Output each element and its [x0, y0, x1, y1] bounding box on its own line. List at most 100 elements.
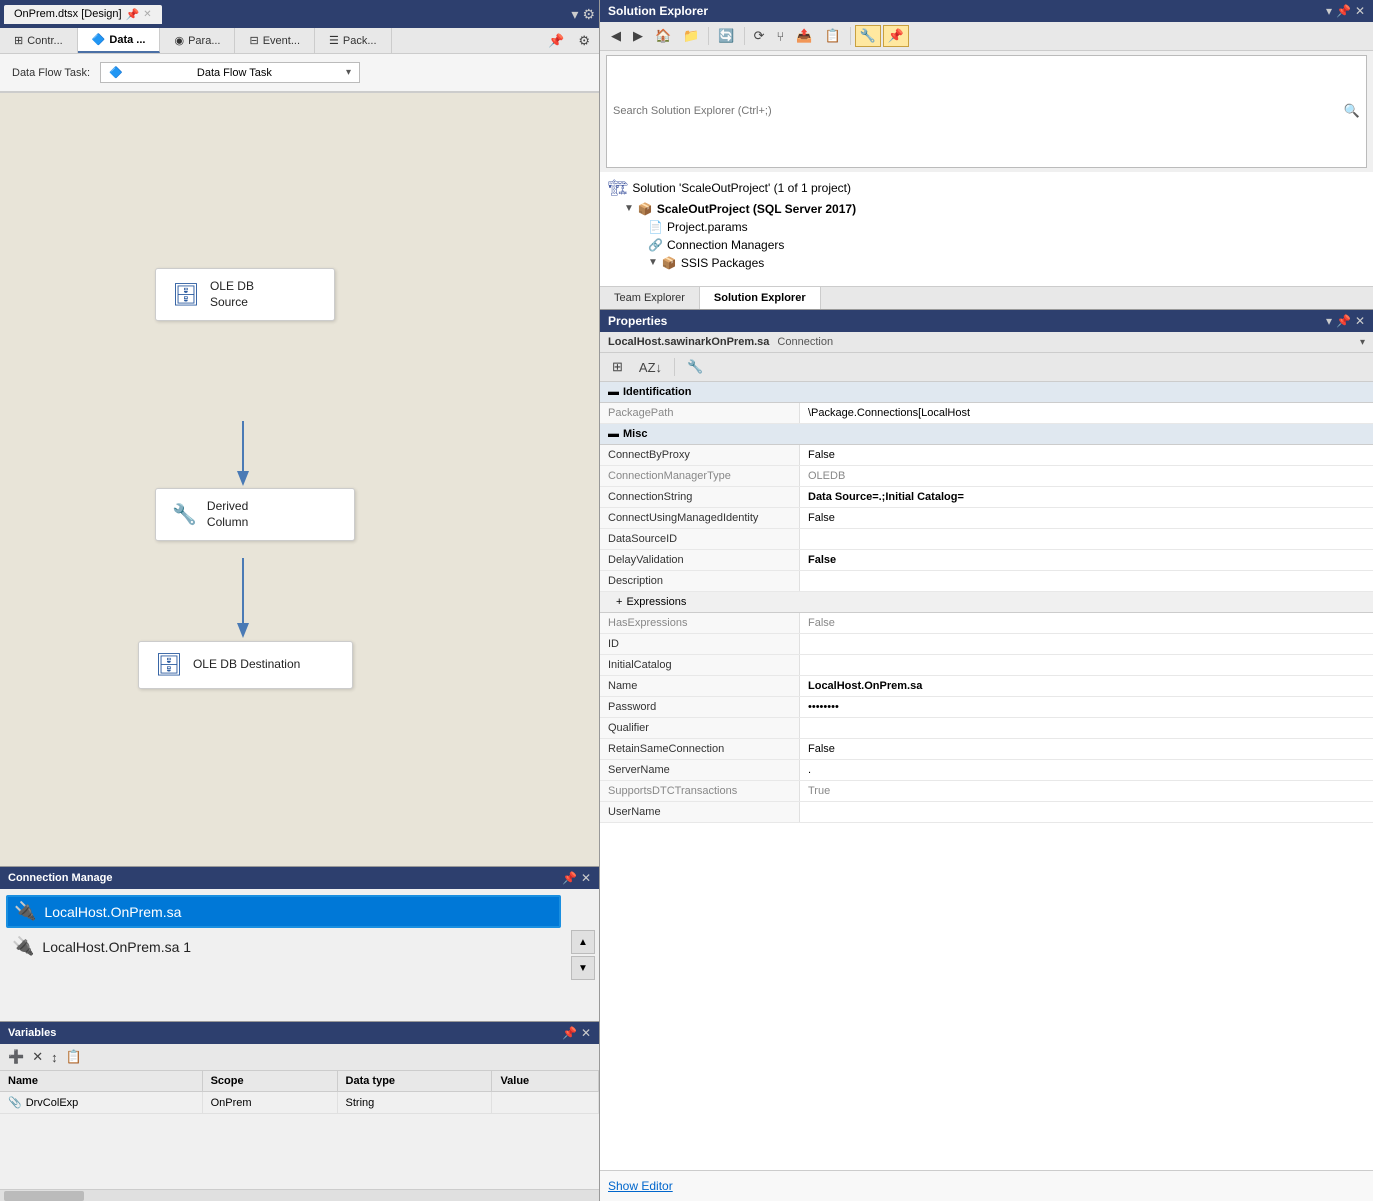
prop-value-name: LocalHost.OnPrem.sa [800, 676, 1373, 696]
refresh-btn[interactable]: 🔄 [713, 25, 739, 47]
ole-db-dest-node[interactable]: 🗄 OLE DB Destination [138, 641, 353, 689]
sub-tab-para[interactable]: ◉ Para... [160, 28, 235, 53]
prop-object-dropdown-arrow[interactable]: ▾ [1360, 337, 1365, 348]
left-panel-pin-btn[interactable]: 📌 [543, 30, 569, 52]
prop-name-initialcatalog: InitialCatalog [600, 655, 800, 675]
prop-name-servername: ServerName [600, 760, 800, 780]
conn-manager-pin-btn[interactable]: 📌 [562, 871, 577, 885]
sol-search-input[interactable] [613, 105, 1344, 117]
conn-scroll-up-btn[interactable]: ▲ [571, 930, 595, 954]
arrow-1 [233, 421, 253, 486]
properties-btn[interactable]: 🔧 [855, 25, 881, 47]
design-canvas[interactable]: 🗄 OLE DBSource 🔧 DerivedColumn 🗄 OLE DB … [0, 93, 599, 866]
tab-settings-btn[interactable]: ⚙ [582, 6, 595, 23]
pinned-view-btn[interactable]: 📌 [883, 25, 909, 47]
sync-btn[interactable]: ⟳ [749, 25, 770, 47]
conn-item-1[interactable]: 🔌 LocalHost.OnPrem.sa 1 [6, 932, 561, 961]
conn-scroll-down-btn[interactable]: ▼ [571, 956, 595, 980]
hscroll-thumb [4, 1191, 84, 1201]
properties-panel: Properties ▾ 📌 ✕ LocalHost.sawinarkOnPre… [600, 310, 1373, 1201]
publish-btn[interactable]: 📤 [791, 25, 817, 47]
tree-item-connmgr[interactable]: 🔗 Connection Managers [600, 236, 1373, 254]
folder-btn[interactable]: 📁 [678, 25, 704, 47]
task-dropdown[interactable]: 🔷 Data Flow Task ▾ [100, 62, 360, 83]
git-btn[interactable]: ⑂ [771, 26, 789, 47]
prop-section-misc: ▬ Misc [600, 424, 1373, 445]
variables-pin-btn[interactable]: 📌 [562, 1026, 577, 1040]
event-icon: ⊟ [249, 34, 258, 47]
sub-tab-contr[interactable]: ⊞ Contr... [0, 28, 78, 53]
sol-toolbar: ◀ ▶ 🏠 📁 🔄 ⟳ ⑂ 📤 📋 🔧 📌 [600, 22, 1373, 51]
solution-icon: 🏗 [608, 178, 628, 198]
var-delete-btn[interactable]: ✕ [30, 1047, 45, 1067]
sub-tab-pack[interactable]: ☰ Pack... [315, 28, 392, 53]
conn-icon-0: 🔌 [14, 901, 36, 922]
main-tab[interactable]: OnPrem.dtsx [Design] 📌 ✕ [4, 5, 162, 24]
task-label: Data Flow Task: [12, 67, 90, 79]
show-editor-link[interactable]: Show Editor [608, 1179, 673, 1193]
variables-close-btn[interactable]: ✕ [581, 1026, 591, 1040]
prop-grid-btn[interactable]: ⊞ [606, 356, 629, 378]
derived-column-node[interactable]: 🔧 DerivedColumn [155, 488, 355, 541]
clipboard-btn[interactable]: 📋 [819, 25, 845, 47]
prop-close-btn[interactable]: ✕ [1355, 314, 1365, 328]
var-add-btn[interactable]: ➕ [6, 1047, 26, 1067]
home-btn[interactable]: 🏠 [650, 25, 676, 47]
tree-item-solution[interactable]: 🏗 Solution 'ScaleOutProject' (1 of 1 pro… [600, 176, 1373, 200]
tree-item-project[interactable]: ▼ 📦 ScaleOutProject (SQL Server 2017) [600, 200, 1373, 218]
variables-toolbar: ➕ ✕ ↕ 📋 [0, 1044, 599, 1071]
identification-collapse-icon[interactable]: ▬ [608, 386, 619, 398]
var-move-btn[interactable]: ↕ [49, 1048, 60, 1067]
horizontal-scrollbar[interactable] [0, 1189, 599, 1201]
tab-dropdown-btn[interactable]: ▾ [571, 6, 578, 23]
prop-row-password: Password •••••••• [600, 697, 1373, 718]
var-value-cell [492, 1092, 599, 1114]
prop-az-sort-btn[interactable]: AZ↓ [633, 357, 668, 378]
prop-wrench-btn[interactable]: 🔧 [681, 356, 709, 378]
misc-collapse-icon[interactable]: ▬ [608, 428, 619, 440]
left-panel-settings-btn[interactable]: ⚙ [573, 30, 595, 52]
prop-object-name: LocalHost.sawinarkOnPrem.sa [608, 336, 769, 348]
sol-search-bar[interactable]: 🔍 [606, 55, 1367, 168]
sub-tab-event[interactable]: ⊟ Event... [235, 28, 315, 53]
forward-btn[interactable]: ▶ [628, 25, 648, 47]
derived-col-icon: 🔧 [172, 502, 197, 527]
tree-item-ssis[interactable]: ▼ 📦 SSIS Packages [600, 254, 1373, 272]
conn-manager-title: Connection Manage 📌 ✕ [0, 867, 599, 889]
sol-dropdown-btn[interactable]: ▾ [1326, 4, 1332, 18]
search-icon: 🔍 [1344, 103, 1360, 119]
prop-name-name: Name [600, 676, 800, 696]
sol-close-btn[interactable]: ✕ [1355, 4, 1365, 18]
conn-item-0[interactable]: 🔌 LocalHost.OnPrem.sa [6, 895, 561, 928]
misc-label: Misc [623, 428, 647, 440]
prop-title-actions: ▾ 📌 ✕ [1326, 314, 1365, 328]
tree-item-params[interactable]: 📄 Project.params [600, 218, 1373, 236]
var-row-icon: 📎 [8, 1097, 22, 1109]
back-btn[interactable]: ◀ [606, 25, 626, 47]
task-icon: 🔷 [109, 66, 123, 79]
sol-explorer-title-text: Solution Explorer [608, 4, 708, 18]
prop-value-retainsame: False [800, 739, 1373, 759]
table-row[interactable]: 📎DrvColExp OnPrem String [0, 1092, 599, 1114]
prop-name-datasourceid: DataSourceID [600, 529, 800, 549]
conn-manager-close-btn[interactable]: ✕ [581, 871, 591, 885]
expressions-expand-icon[interactable]: + [616, 596, 622, 608]
var-name-cell: 📎DrvColExp [0, 1092, 202, 1114]
prop-toolbar: ⊞ AZ↓ 🔧 [600, 353, 1373, 382]
sol-pin-btn[interactable]: 📌 [1336, 4, 1351, 18]
prop-value-hasexpressions: False [800, 613, 1373, 633]
tab-close-icon[interactable]: ✕ [143, 9, 151, 20]
tab-actions: ▾ ⚙ [571, 6, 595, 23]
conn-label-0: LocalHost.OnPrem.sa [44, 904, 181, 920]
sol-tab-solution-explorer[interactable]: Solution Explorer [700, 287, 821, 309]
variables-actions: 📌 ✕ [562, 1026, 591, 1040]
prop-pin-btn[interactable]: 📌 [1336, 314, 1351, 328]
prop-dropdown-btn[interactable]: ▾ [1326, 314, 1332, 328]
sol-tab-team-explorer[interactable]: Team Explorer [600, 287, 700, 309]
sub-tab-data[interactable]: 🔷 Data ... [78, 28, 161, 53]
prop-toolbar-divider [674, 358, 675, 376]
prop-name-description: Description [600, 571, 800, 591]
var-grid-btn[interactable]: 📋 [64, 1047, 84, 1067]
prop-name-qualifier: Qualifier [600, 718, 800, 738]
ole-db-source-node[interactable]: 🗄 OLE DBSource [155, 268, 335, 321]
